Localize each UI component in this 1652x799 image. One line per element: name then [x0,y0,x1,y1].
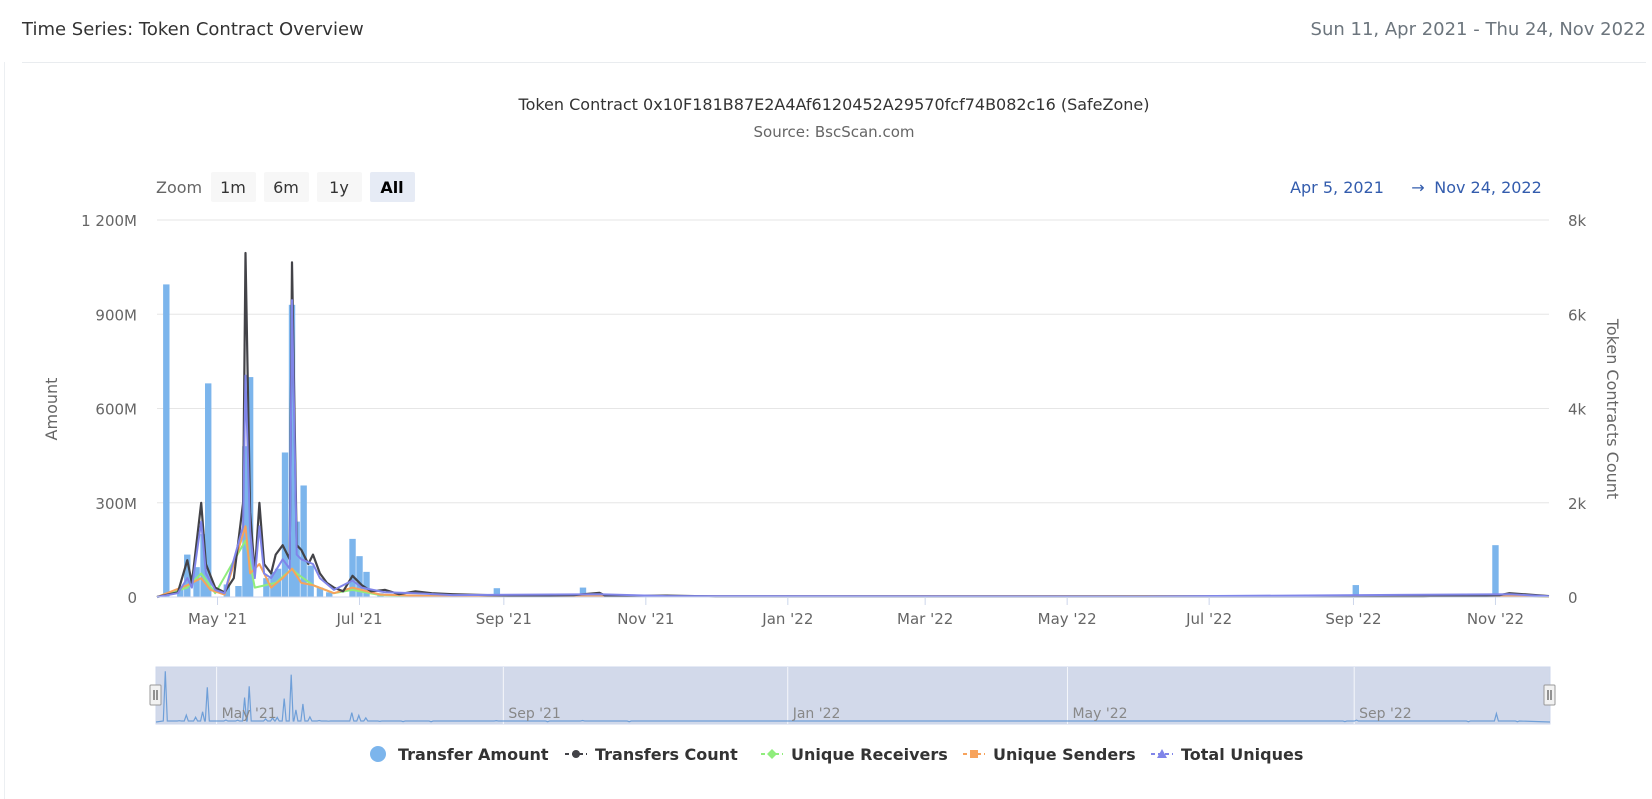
range-arrow: → [1411,178,1424,197]
y-tick-label: 300M [95,495,137,513]
navigator-label: Sep '22 [1359,706,1412,722]
transfer-amount-bar [235,586,242,597]
zoom-label: Zoom [156,178,202,197]
zoom-6m-label: 6m [273,178,299,197]
zoom-1m-button[interactable]: 1m [211,172,256,202]
navigator-right-handle[interactable] [1543,684,1556,706]
x-tick-label: Sep '22 [1325,610,1381,628]
x-tick-label: Sep '21 [476,610,532,628]
legend-label: Unique Receivers [791,745,948,764]
y-tick-label: 1 200M [81,212,137,230]
legend-symbol-circle [370,746,386,762]
series-transfers-count [156,251,1550,599]
legend-item-unique-senders[interactable]: Unique Senders [963,745,1136,764]
line-series-group [156,251,1550,599]
y2-tick-label: 8k [1568,212,1587,230]
x-tick-label: May '21 [188,610,247,628]
zoom-all-button[interactable]: All [370,172,415,202]
x-tick-label: Jan '22 [761,610,813,628]
grid-lines [157,219,1549,504]
left-axis-title: Amount [42,378,61,441]
legend-item-unique-receivers[interactable]: Unique Receivers [761,745,948,764]
chart: Token Contract 0x10F181B87E2A4Af6120452A… [42,95,1622,764]
legend-item-transfer-amount[interactable]: Transfer Amount [370,745,549,764]
right-axis-ticks: 0 2k 4k 6k 8k [1568,212,1587,607]
x-tick-label: Jul '21 [335,610,382,628]
navigator-mask [155,666,1551,725]
left-axis-ticks: 0 300M 600M 900M 1 200M [81,212,137,607]
zoom-1y-label: 1y [329,178,349,197]
legend-label: Transfers Count [595,745,738,764]
range-from-input[interactable]: Apr 5, 2021 [1290,178,1384,197]
navigator-left-handle-grip [149,684,162,706]
chart-subtitle: Source: BscScan.com [754,123,915,141]
navigator-label: Jan '22 [792,706,841,722]
navigator: May '21 Sep '21 Jan '22 May '22 Sep '22 [149,666,1556,725]
x-tick-label: Nov '21 [617,610,674,628]
legend-label: Transfer Amount [398,745,549,764]
navigator-left-handle[interactable] [149,684,162,706]
legend-item-total-uniques[interactable]: Total Uniques [1151,745,1303,764]
range-selector: Zoom 1m 6m 1y All Apr 5, 2021 → Nov 24, … [156,172,1542,202]
y2-tick-label: 6k [1568,306,1587,324]
right-axis-title: Token Contracts Count [1603,318,1622,499]
legend-marker-circle [572,750,580,758]
legend-label: Unique Senders [993,745,1136,764]
zoom-1y-button[interactable]: 1y [317,172,362,202]
zoom-all-label: All [380,178,403,197]
zoom-1m-label: 1m [220,178,246,197]
y-tick-label: 900M [95,306,137,324]
transfer-amount-bar [1492,545,1499,597]
zoom-6m-button[interactable]: 6m [264,172,309,202]
y-tick-label: 0 [127,589,137,607]
y2-tick-label: 0 [1568,589,1578,607]
y2-tick-label: 2k [1568,495,1587,513]
x-tick-label: Mar '22 [897,610,953,628]
y2-tick-label: 4k [1568,401,1587,419]
legend-marker-diamond [767,749,777,759]
x-tick-label: May '22 [1038,610,1097,628]
navigator-label: Sep '21 [508,706,561,722]
legend-label: Total Uniques [1181,745,1303,764]
y-tick-label: 600M [95,401,137,419]
legend-marker-square [970,750,978,758]
x-tick-label: Nov '22 [1467,610,1524,628]
x-tick-label: Jul '22 [1185,610,1232,628]
navigator-right-handle-grip [1543,684,1556,706]
series-total-uniques [156,299,1550,598]
legend-item-transfers-count[interactable]: Transfers Count [565,745,738,764]
navigator-label: May '21 [222,706,277,722]
legend: Transfer Amount Transfers Count Unique Rec… [370,745,1303,764]
chart-title: Token Contract 0x10F181B87E2A4Af6120452A… [518,95,1150,114]
navigator-label: May '22 [1072,706,1127,722]
transfer-amount-bar [163,284,170,597]
series-transfer-amount [163,284,1520,597]
range-to-input[interactable]: Nov 24, 2022 [1434,178,1542,197]
x-axis-ticks: May '21 Jul '21 Sep '21 Nov '21 Jan '22 Mar '… [188,597,1524,628]
